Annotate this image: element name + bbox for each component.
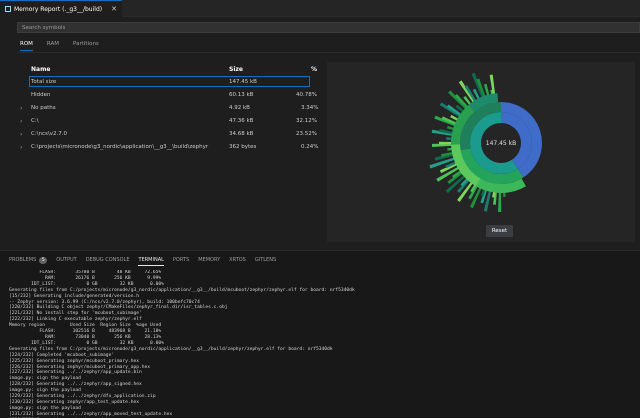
header-percent[interactable]: %: [311, 66, 317, 73]
search-input[interactable]: Search symbols: [17, 22, 640, 33]
tree-row[interactable]: › No paths 4.92 kB 3.34%: [20, 102, 320, 115]
editor-tab-bar: Memory Report (._g3__/build) ✕: [0, 0, 640, 17]
tab-partitions[interactable]: Partitions: [73, 41, 99, 51]
tree-row[interactable]: › C:\ 47.36 kB 32.12%: [20, 115, 320, 128]
row-size: 34.68 kB: [229, 131, 254, 137]
row-size: 362 bytes: [229, 144, 257, 150]
tab-ram[interactable]: RAM: [47, 41, 59, 51]
tree-row[interactable]: › C:\ncs\v2.7.0 34.68 kB 23.52%: [20, 128, 320, 141]
tab-terminal[interactable]: TERMINAL: [138, 256, 164, 266]
close-icon[interactable]: ✕: [111, 5, 117, 13]
row-size: 60.13 kB: [229, 92, 254, 98]
tree-header: Name Size %: [20, 62, 320, 76]
chevron-right-icon[interactable]: ›: [20, 105, 22, 112]
tab-gitlens[interactable]: GITLENS: [255, 256, 276, 266]
terminal-output[interactable]: FLASH: 35780 B 48 KB 72.65% RAM: 26176 B…: [9, 270, 634, 418]
row-name: Hidden: [31, 92, 51, 98]
header-size[interactable]: Size: [229, 66, 243, 73]
tab-problems-label: PROBLEMS: [9, 257, 37, 263]
tab-debug-console[interactable]: DEBUG CONSOLE: [86, 256, 130, 266]
sunburst-center-label: 147.45 kB: [486, 140, 517, 147]
row-percent: 0.24%: [301, 144, 319, 150]
problems-count-badge: 5: [39, 256, 48, 264]
row-size: 47.36 kB: [229, 118, 254, 124]
row-name: C:\: [31, 118, 39, 124]
panel-tabs: PROBLEMS 5 OUTPUT DEBUG CONSOLE TERMINAL …: [9, 256, 285, 266]
row-percent: 40.78%: [296, 92, 317, 98]
report-icon: [5, 6, 11, 12]
row-name: No paths: [31, 105, 56, 111]
sunburst-chart[interactable]: 147.45 kB: [327, 62, 635, 242]
chevron-right-icon[interactable]: ›: [20, 118, 22, 125]
chevron-right-icon[interactable]: ›: [20, 131, 22, 138]
tab-memory[interactable]: MEMORY: [198, 256, 220, 266]
reset-button[interactable]: Reset: [486, 225, 513, 237]
symbol-tree: Name Size % Total size 147.45 kB Hidden …: [20, 62, 320, 154]
tab-ports[interactable]: PORTS: [173, 256, 189, 266]
subtab-divider: [17, 52, 640, 53]
row-percent: 32.12%: [296, 118, 317, 124]
tab-output[interactable]: OUTPUT: [56, 256, 76, 266]
tab-title: Memory Report (._g3__/build): [14, 5, 103, 13]
tree-row[interactable]: Hidden 60.13 kB 40.78%: [20, 89, 320, 102]
tree-row[interactable]: › C:\projects\micronode\g3_nordic\applic…: [20, 141, 320, 154]
selection-outline: [29, 76, 310, 87]
header-name[interactable]: Name: [31, 66, 50, 73]
row-name: C:\projects\micronode\g3_nordic\applicat…: [31, 144, 209, 150]
tree-row[interactable]: Total size 147.45 kB: [20, 76, 320, 89]
memory-subtabs: ROM RAM Partitions: [20, 41, 113, 51]
row-percent: 3.34%: [301, 105, 319, 111]
tab-problems[interactable]: PROBLEMS 5: [9, 256, 48, 266]
row-name: C:\ncs\v2.7.0: [31, 131, 68, 137]
row-percent: 23.52%: [296, 131, 317, 137]
row-size: 147.45 kB: [229, 79, 257, 85]
row-size: 4.92 kB: [229, 105, 250, 111]
sunburst-panel: 147.45 kB: [327, 62, 635, 242]
tab-rom[interactable]: ROM: [20, 41, 33, 51]
bottom-panel: PROBLEMS 5 OUTPUT DEBUG CONSOLE TERMINAL …: [0, 250, 640, 418]
row-name: Total size: [31, 79, 57, 85]
chevron-right-icon[interactable]: ›: [20, 144, 22, 151]
tab-memory-report[interactable]: Memory Report (._g3__/build) ✕: [0, 0, 122, 17]
tab-xrtos[interactable]: XRTOS: [229, 256, 246, 266]
